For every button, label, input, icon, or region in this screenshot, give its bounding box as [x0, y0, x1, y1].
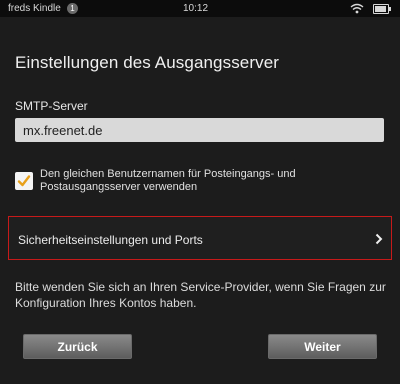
wifi-icon — [350, 3, 364, 14]
same-username-label[interactable]: Den gleichen Benutzernamen für Posteinga… — [40, 168, 380, 194]
device-name: freds Kindle — [8, 3, 61, 14]
notification-badge[interactable]: 1 — [67, 3, 78, 14]
chevron-right-icon — [375, 233, 383, 245]
battery-level — [375, 6, 386, 12]
help-text: Bitte wenden Sie sich an Ihren Service-P… — [15, 280, 386, 310]
smtp-server-label: SMTP-Server — [15, 99, 88, 113]
clock: 10:12 — [183, 3, 209, 14]
page-title: Einstellungen des Ausgangsserver — [15, 53, 280, 72]
security-settings-label: Sicherheitseinstellungen und Ports — [18, 233, 203, 247]
back-button[interactable]: Zurück — [23, 334, 132, 359]
next-button[interactable]: Weiter — [268, 334, 377, 359]
security-settings-row[interactable]: Sicherheitseinstellungen und Ports — [8, 216, 392, 260]
checkmark-icon — [17, 175, 31, 187]
same-username-checkbox[interactable] — [15, 172, 33, 190]
status-bar: freds Kindle 1 10:12 — [0, 0, 400, 17]
battery-icon — [373, 4, 391, 14]
smtp-server-input[interactable] — [15, 118, 384, 142]
